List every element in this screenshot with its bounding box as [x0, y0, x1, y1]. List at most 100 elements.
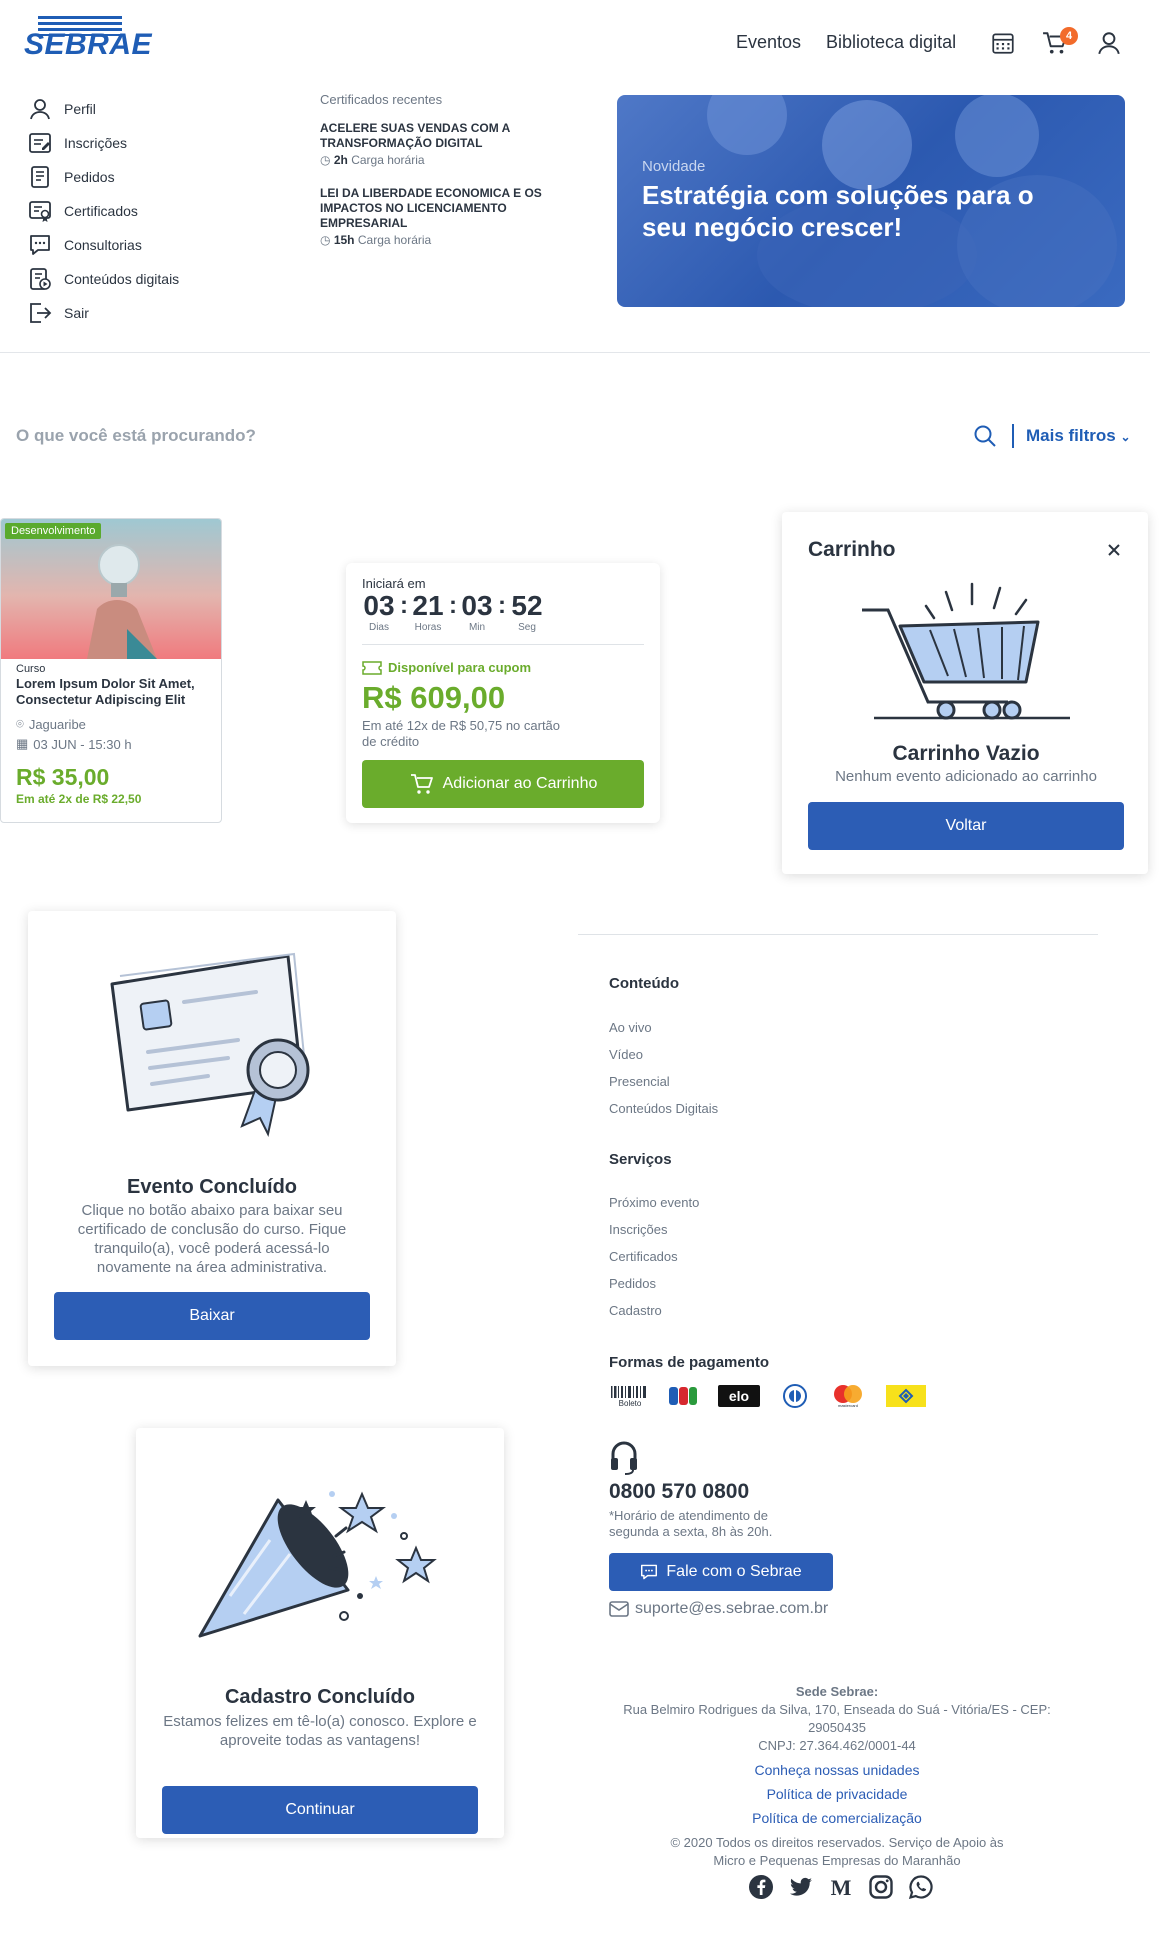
course-type: Curso — [16, 663, 46, 675]
svg-text:elo: elo — [729, 1388, 749, 1404]
footer-link-privacidade[interactable]: Política de privacidade — [610, 1786, 1064, 1802]
support-hours: *Horário de atendimento de segunda a sex… — [609, 1508, 773, 1539]
footer-link-pedidos[interactable]: Pedidos — [609, 1276, 656, 1291]
course-title[interactable]: Lorem Ipsum Dolor Sit Amet, Consectetur … — [16, 676, 216, 708]
facebook-icon[interactable] — [748, 1874, 774, 1900]
footer-link-certificados[interactable]: Certificados — [609, 1249, 678, 1264]
chat-icon — [641, 1564, 658, 1580]
medium-icon[interactable]: M — [828, 1874, 854, 1900]
document-icon — [31, 166, 49, 188]
cart-title: Carrinho — [808, 538, 896, 561]
menu-label: Consultorias — [64, 237, 142, 253]
countdown-hours: 21 — [412, 590, 444, 621]
menu-label: Inscrições — [64, 135, 128, 151]
copyright: © 2020 Todos os direitos reservados. Ser… — [670, 1835, 1004, 1868]
category-badge: Desenvolvimento — [5, 523, 102, 539]
empty-cart-illustration — [862, 582, 1070, 720]
footer-link-unidades[interactable]: Conheça nossas unidades — [610, 1762, 1064, 1778]
headset-icon — [611, 1441, 637, 1475]
nav-eventos[interactable]: Eventos — [736, 32, 801, 53]
menu-item-inscricoes[interactable]: Inscrições — [28, 131, 127, 155]
card-divider — [362, 644, 644, 645]
registration-completed-title: Cadastro Concluído — [224, 1686, 415, 1708]
svg-text:Boleto: Boleto — [619, 1399, 642, 1408]
countdown-seconds: 52 — [511, 590, 543, 621]
countdown-separator: : — [498, 592, 506, 619]
menu-item-perfil[interactable]: Perfil — [28, 97, 96, 121]
course-price: R$ 35,00 — [16, 764, 110, 790]
banco-do-brasil-icon — [886, 1385, 926, 1407]
footer-divider — [578, 934, 1098, 935]
whatsapp-icon[interactable] — [908, 1874, 934, 1900]
footer-link-presencial[interactable]: Presencial — [609, 1074, 670, 1089]
countdown-days: 03 — [363, 590, 395, 621]
footer-link-inscricoes[interactable]: Inscrições — [609, 1222, 668, 1237]
cart-empty-title: Carrinho Vazio — [892, 742, 1040, 765]
hero-tag: Novidade — [642, 158, 706, 175]
menu-label: Conteúdos digitais — [64, 271, 180, 287]
countdown-minutes: 03 — [461, 590, 493, 621]
search-input[interactable]: O que você está procurando? — [16, 426, 256, 446]
countdown-separator: : — [449, 592, 457, 619]
chat-icon — [30, 235, 50, 255]
countdown-hours-label: Horas — [414, 622, 442, 633]
course-location: ⌾ Jaguaribe — [16, 716, 86, 732]
search-icon[interactable] — [973, 424, 997, 448]
download-button[interactable]: Baixar — [54, 1292, 370, 1340]
twitter-icon[interactable] — [788, 1874, 814, 1900]
event-completed-title: Evento Concluído — [127, 1176, 297, 1198]
calendar-icon[interactable] — [990, 30, 1016, 56]
hero-banner[interactable]: Novidade Estratégia com soluções para o … — [617, 95, 1125, 307]
menu-item-sair[interactable]: Sair — [28, 301, 89, 325]
countdown-days-label: Dias — [368, 622, 389, 633]
continue-button[interactable]: Continuar — [162, 1786, 478, 1834]
lightbulb-hand-image — [87, 544, 157, 659]
support-email[interactable]: suporte@es.sebrae.com.br — [609, 1600, 828, 1618]
footer-link-conteudos-digitais[interactable]: Conteúdos Digitais — [609, 1101, 718, 1116]
digital-content-icon — [30, 268, 51, 290]
svg-text:M: M — [831, 1875, 852, 1900]
back-button[interactable]: Voltar — [808, 802, 1124, 850]
recent-certificate-hours: ◷ 2h Carga horária — [320, 153, 425, 167]
recent-certificates-heading: Certificados recentes — [320, 92, 443, 107]
instagram-icon[interactable] — [868, 1874, 894, 1900]
section-divider — [0, 352, 1150, 353]
event-completed-text: Clique no botão abaixo para baixar seu c… — [77, 1202, 347, 1276]
footer-link-ao-vivo[interactable]: Ao vivo — [609, 1020, 652, 1035]
footer-link-video[interactable]: Vídeo — [609, 1047, 643, 1062]
footer-link-cadastro[interactable]: Cadastro — [609, 1303, 662, 1318]
event-price: R$ 609,00 — [362, 680, 506, 715]
recent-certificate-title[interactable]: ACELERE SUAS VENDAS COM A TRANSFORMAÇÃO … — [320, 121, 560, 151]
footer-link-comercializacao[interactable]: Política de comercialização — [610, 1810, 1064, 1826]
chevron-down-icon: ⌄ — [1120, 430, 1131, 444]
support-phone[interactable]: 0800 570 0800 — [609, 1480, 749, 1504]
user-icon[interactable] — [1096, 30, 1122, 56]
chat-with-sebrae-button[interactable]: Fale com o Sebrae — [609, 1553, 833, 1591]
sebrae-logo[interactable]: SEBRAE — [24, 16, 152, 62]
footer-content-heading: Conteúdo — [609, 975, 679, 992]
menu-label: Pedidos — [64, 169, 115, 185]
diners-icon — [783, 1384, 807, 1408]
registration-completed-text: Estamos felizes em tê-lo(a) conosco. Exp… — [163, 1713, 477, 1749]
cnpj: CNPJ: 27.364.462/0001-44 — [758, 1738, 916, 1753]
footer-link-proximo-evento[interactable]: Próximo evento — [609, 1195, 699, 1210]
add-to-cart-button[interactable]: Adicionar ao Carrinho — [362, 760, 644, 808]
calendar-icon: ▦ — [16, 736, 29, 751]
menu-item-conteudos-digitais[interactable]: Conteúdos digitais — [28, 267, 179, 291]
cart-icon — [410, 774, 433, 794]
recent-certificate-hours: ◷ 15h Carga horária — [320, 233, 432, 247]
menu-item-certificados[interactable]: Certificados — [28, 199, 138, 223]
elo-icon: elo — [718, 1385, 760, 1407]
cart-empty-text: Nenhum evento adicionado ao carrinho — [835, 768, 1097, 785]
more-filters-button[interactable]: Mais filtros ⌄ — [1026, 426, 1131, 446]
recent-certificate-title[interactable]: LEI DA LIBERDADE ECONOMICA E OS IMPACTOS… — [320, 186, 560, 231]
search-separator — [1012, 424, 1014, 448]
menu-label: Perfil — [64, 101, 96, 117]
close-icon[interactable] — [1104, 540, 1124, 560]
menu-item-consultorias[interactable]: Consultorias — [28, 233, 142, 257]
menu-label: Certificados — [64, 203, 138, 219]
menu-item-pedidos[interactable]: Pedidos — [28, 165, 115, 189]
nav-biblioteca-digital[interactable]: Biblioteca digital — [826, 32, 956, 53]
location-pin-icon: ⌾ — [16, 716, 24, 731]
ticket-icon — [362, 660, 382, 675]
